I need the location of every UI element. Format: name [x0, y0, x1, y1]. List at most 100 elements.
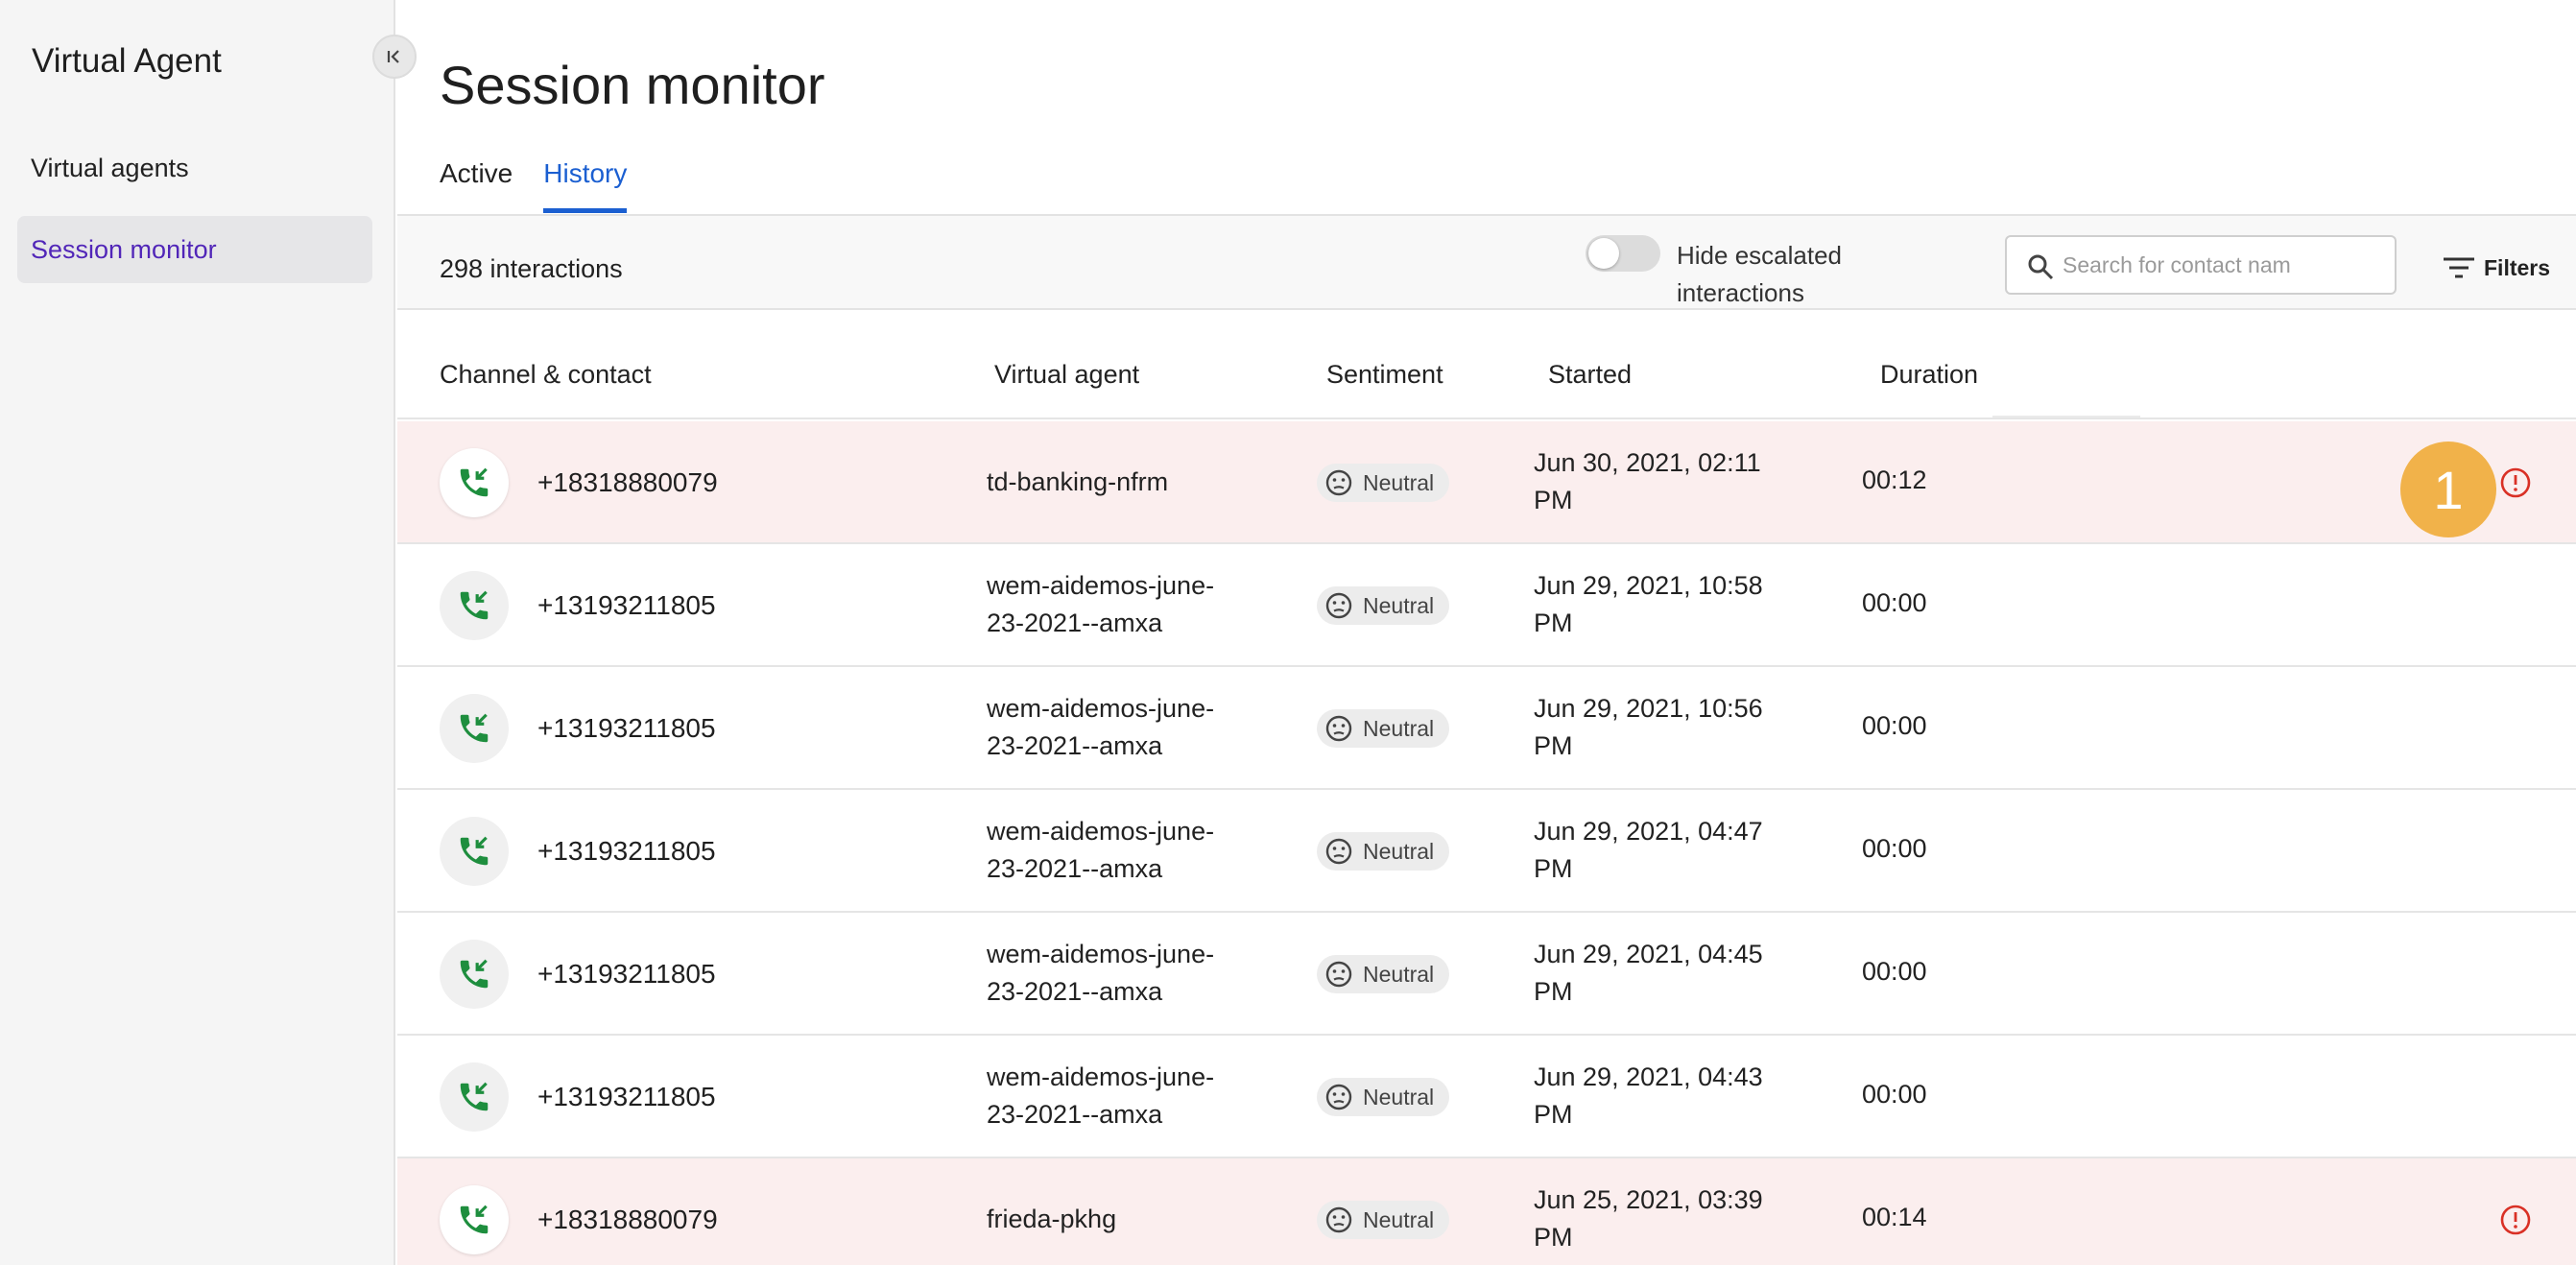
filters-label: Filters	[2484, 254, 2551, 280]
duration-value: 00:12	[1862, 465, 1927, 494]
filter-icon	[2444, 257, 2474, 278]
incoming-call-icon	[460, 1082, 489, 1111]
channel-avatar	[440, 571, 509, 640]
column-header-started[interactable]: Started	[1548, 360, 1632, 390]
contact-number: +13193211805	[537, 590, 716, 620]
column-divider	[1992, 416, 2140, 418]
column-header-channel[interactable]: Channel & contact	[440, 360, 652, 390]
started-time: Jun 29, 2021, 04:47 PM	[1534, 817, 1763, 883]
column-header-virtual-agent[interactable]: Virtual agent	[994, 360, 1139, 390]
sentiment-chip: Neutral	[1317, 709, 1450, 748]
sidebar: Virtual Agent Virtual agents Session mon…	[0, 0, 395, 1265]
table-row[interactable]: +13193211805 wem-aidemos-june-23-2021--a…	[397, 667, 2576, 790]
channel-avatar	[440, 1185, 509, 1254]
hide-escalated-toggle[interactable]	[1586, 235, 1660, 272]
sentiment-label: Neutral	[1363, 592, 1435, 618]
alert-circle-icon[interactable]	[2499, 1204, 2532, 1236]
contact-number: +18318880079	[537, 467, 718, 497]
collapse-sidebar-button[interactable]	[372, 35, 417, 79]
sidebar-title: Virtual Agent	[32, 42, 222, 80]
contact-number: +13193211805	[537, 959, 716, 989]
collapse-left-icon	[387, 50, 399, 63]
incoming-call-icon	[460, 713, 489, 743]
sidebar-item-label: Session monitor	[31, 234, 217, 264]
tab-active[interactable]: Active	[440, 158, 513, 213]
sidebar-item-virtual-agents[interactable]: Virtual agents	[17, 134, 372, 202]
search-box	[2005, 235, 2397, 295]
duration-value: 00:00	[1862, 1080, 1927, 1109]
neutral-face-icon	[1325, 1206, 1352, 1233]
contact-number: +13193211805	[537, 836, 716, 866]
sentiment-chip: Neutral	[1317, 586, 1450, 625]
page-title: Session monitor	[440, 55, 825, 115]
virtual-agent-name: wem-aidemos-june-23-2021--amxa	[987, 1062, 1215, 1129]
virtual-agent-name: wem-aidemos-june-23-2021--amxa	[987, 817, 1215, 883]
sidebar-item-label: Virtual agents	[31, 153, 189, 182]
filters-button[interactable]: Filters	[2442, 254, 2550, 281]
virtual-agent-name: wem-aidemos-june-23-2021--amxa	[987, 571, 1215, 637]
channel-avatar	[440, 694, 509, 763]
callout-badge: 1	[2400, 442, 2496, 537]
column-header-duration[interactable]: Duration	[1880, 360, 1978, 390]
incoming-call-icon	[460, 590, 489, 620]
duration-value: 00:14	[1862, 1203, 1927, 1231]
sentiment-label: Neutral	[1363, 1206, 1435, 1232]
interaction-count: 298 interactions	[440, 254, 623, 283]
sentiment-chip: Neutral	[1317, 955, 1450, 993]
neutral-face-icon	[1325, 961, 1352, 988]
duration-value: 00:00	[1862, 957, 1927, 986]
channel-avatar	[440, 1062, 509, 1132]
contact-number: +13193211805	[537, 713, 716, 743]
table-row[interactable]: +18318880079 td-banking-nfrm Neutral Jun…	[397, 421, 2576, 544]
table-row[interactable]: +13193211805 wem-aidemos-june-23-2021--a…	[397, 790, 2576, 913]
duration-value: 00:00	[1862, 834, 1927, 863]
table-header: Channel & contact Virtual agent Sentimen…	[397, 312, 2576, 419]
neutral-face-icon	[1325, 592, 1352, 619]
sentiment-chip: Neutral	[1317, 1201, 1450, 1239]
tab-history[interactable]: History	[543, 158, 628, 213]
hide-escalated-label: Hide escalated interactions	[1677, 241, 1842, 307]
table-row[interactable]: +18318880079 frieda-pkhg Neutral Jun 25,…	[397, 1158, 2576, 1265]
contact-number: +18318880079	[537, 1205, 718, 1234]
started-time: Jun 29, 2021, 04:43 PM	[1534, 1062, 1763, 1129]
virtual-agent-name: frieda-pkhg	[987, 1205, 1117, 1233]
sentiment-label: Neutral	[1363, 838, 1435, 864]
neutral-face-icon	[1325, 1084, 1352, 1110]
table-row[interactable]: +13193211805 wem-aidemos-june-23-2021--a…	[397, 913, 2576, 1036]
virtual-agent-name: wem-aidemos-june-23-2021--amxa	[987, 940, 1215, 1006]
sidebar-item-session-monitor[interactable]: Session monitor	[17, 216, 372, 283]
table-row[interactable]: +13193211805 wem-aidemos-june-23-2021--a…	[397, 544, 2576, 667]
search-icon	[2028, 254, 2054, 280]
toggle-knob	[1588, 238, 1619, 269]
column-header-sentiment[interactable]: Sentiment	[1326, 360, 1443, 390]
sentiment-chip: Neutral	[1317, 832, 1450, 871]
channel-avatar	[440, 940, 509, 1009]
started-time: Jun 30, 2021, 02:11 PM	[1534, 448, 1761, 514]
incoming-call-icon	[460, 836, 489, 866]
neutral-face-icon	[1325, 838, 1352, 865]
started-time: Jun 29, 2021, 10:56 PM	[1534, 694, 1763, 760]
search-input[interactable]	[2063, 251, 2293, 278]
incoming-call-icon	[460, 959, 489, 989]
channel-avatar	[440, 448, 509, 517]
virtual-agent-name: td-banking-nfrm	[987, 467, 1169, 496]
sentiment-label: Neutral	[1363, 1084, 1435, 1110]
sentiment-label: Neutral	[1363, 469, 1435, 495]
alert-circle-icon[interactable]	[2499, 466, 2532, 499]
table-row[interactable]: +13193211805 wem-aidemos-june-23-2021--a…	[397, 1036, 2576, 1158]
started-time: Jun 25, 2021, 03:39 PM	[1534, 1185, 1763, 1252]
channel-avatar	[440, 817, 509, 886]
main-content: Session monitor Active History 298 inter…	[397, 0, 2576, 1265]
sentiment-chip: Neutral	[1317, 1078, 1450, 1116]
duration-value: 00:00	[1862, 711, 1927, 740]
started-time: Jun 29, 2021, 04:45 PM	[1534, 940, 1763, 1006]
sentiment-chip: Neutral	[1317, 464, 1450, 502]
contact-number: +13193211805	[537, 1082, 716, 1111]
tab-bar: Active History	[440, 158, 628, 213]
neutral-face-icon	[1325, 715, 1352, 742]
incoming-call-icon	[460, 1205, 489, 1234]
sentiment-label: Neutral	[1363, 961, 1435, 987]
table-toolbar: 298 interactions Hide escalated interact…	[397, 214, 2576, 310]
neutral-face-icon	[1325, 469, 1352, 496]
started-time: Jun 29, 2021, 10:58 PM	[1534, 571, 1763, 637]
